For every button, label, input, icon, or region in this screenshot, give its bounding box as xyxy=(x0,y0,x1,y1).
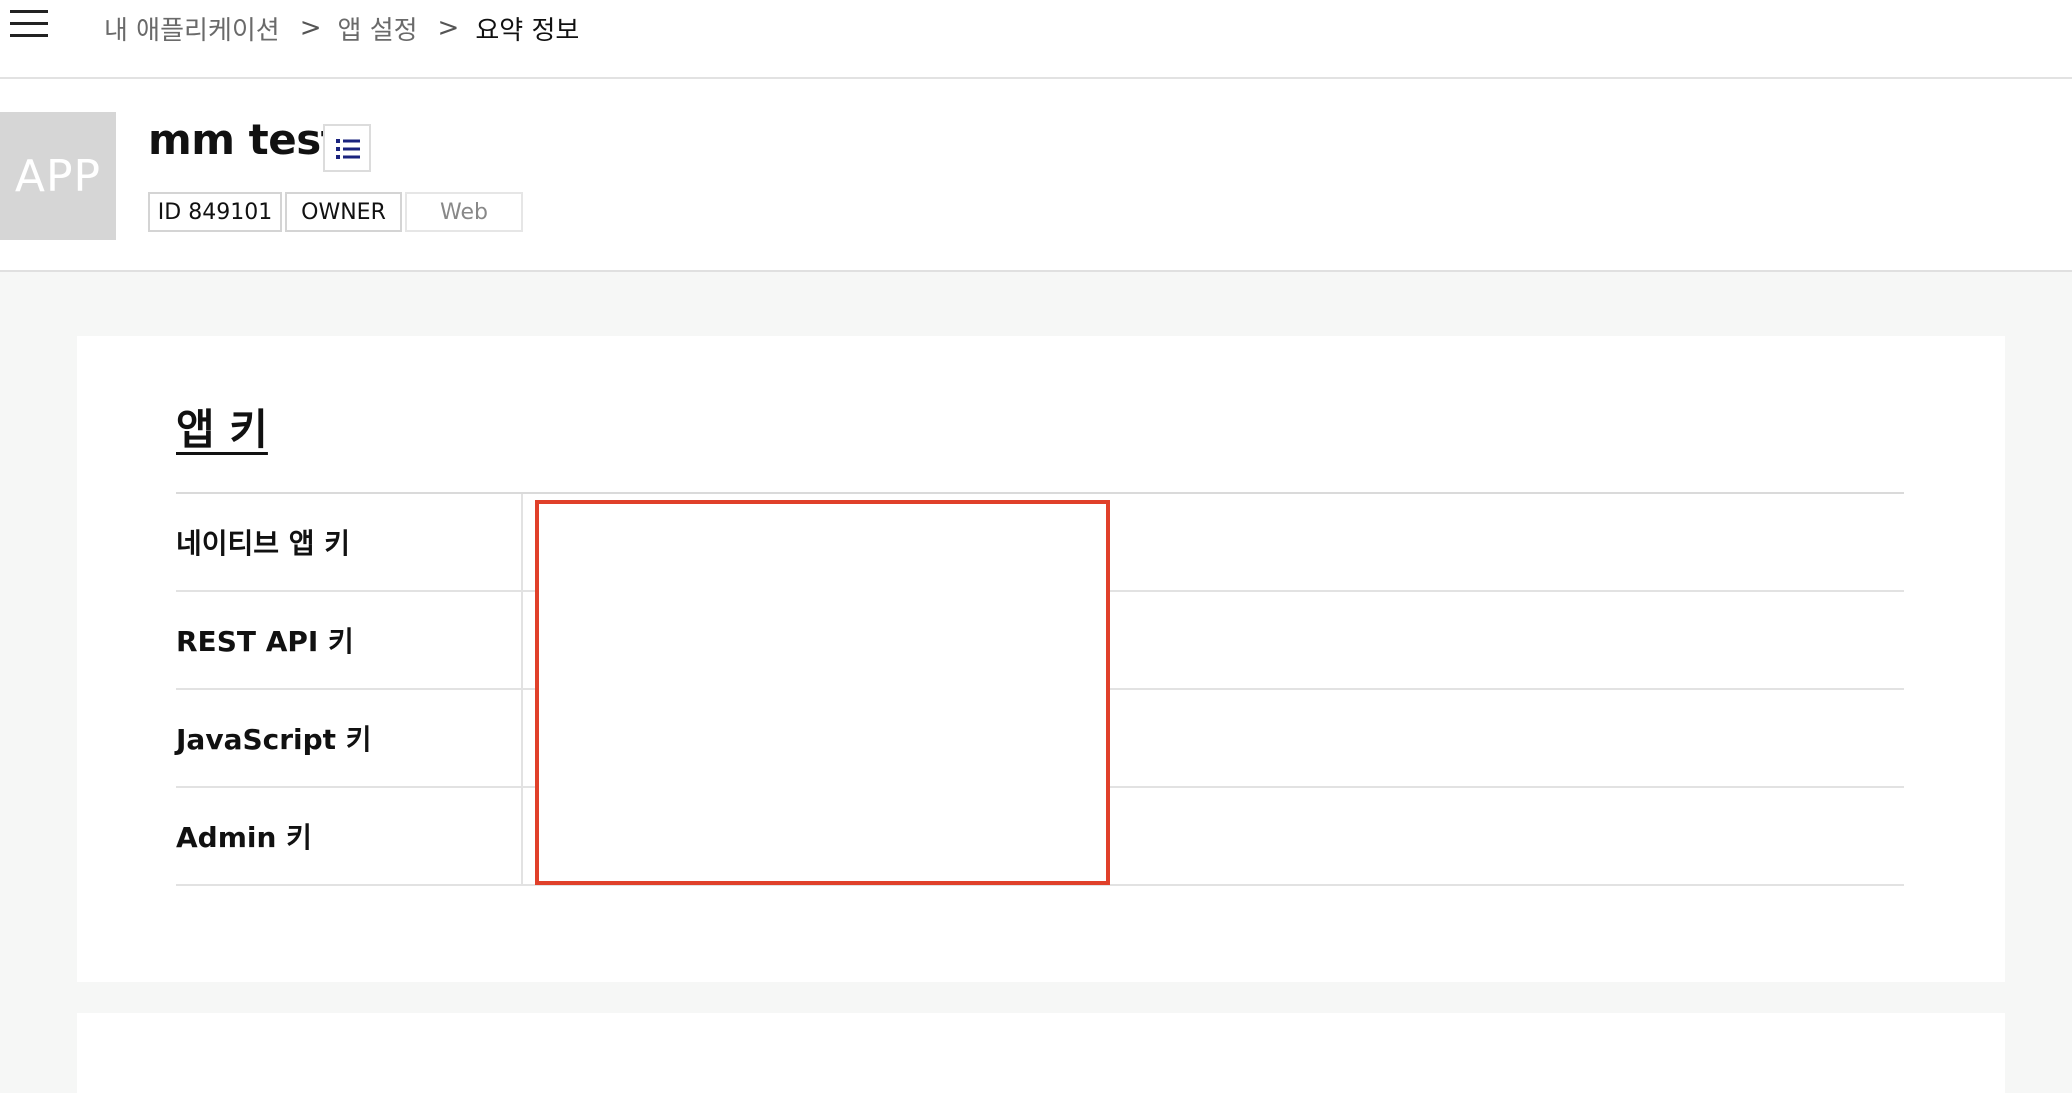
key-label: REST API 키 xyxy=(176,592,523,688)
app-thumbnail: APP xyxy=(0,112,116,240)
breadcrumb-my-applications[interactable]: 내 애플리케이션 xyxy=(104,10,280,47)
top-bar: 내 애플리케이션 > 앱 설정 > 요약 정보 xyxy=(0,0,2072,79)
hamburger-menu-icon[interactable] xyxy=(10,8,50,40)
breadcrumb: 내 애플리케이션 > 앱 설정 > 요약 정보 xyxy=(104,6,579,50)
app-role-badge: OWNER xyxy=(285,192,402,232)
app-platform-badge: Web xyxy=(405,192,523,232)
list-icon xyxy=(336,139,360,159)
app-name: mm test xyxy=(148,115,341,164)
key-label: JavaScript 키 xyxy=(176,690,523,786)
app-keys-title: 앱 키 xyxy=(176,405,268,454)
breadcrumb-summary-info: 요약 정보 xyxy=(475,15,580,46)
app-list-button[interactable] xyxy=(323,124,371,172)
app-header: APP mm test ID 849101 OWNER Web xyxy=(0,79,2072,272)
breadcrumb-separator: > xyxy=(437,13,460,43)
breadcrumb-separator: > xyxy=(299,13,322,43)
app-id-badge: ID 849101 xyxy=(148,192,282,232)
next-section-card xyxy=(77,1013,2005,1093)
key-label: 네이티브 앱 키 xyxy=(176,494,523,590)
redaction-box xyxy=(535,500,1110,885)
app-keys-card: 앱 키 네이티브 앱 키 REST API 키 JavaScript 키 Adm… xyxy=(77,336,2005,982)
breadcrumb-app-settings[interactable]: 앱 설정 xyxy=(338,10,418,47)
key-label: Admin 키 xyxy=(176,788,523,884)
app-tags: ID 849101 OWNER Web xyxy=(148,192,523,232)
